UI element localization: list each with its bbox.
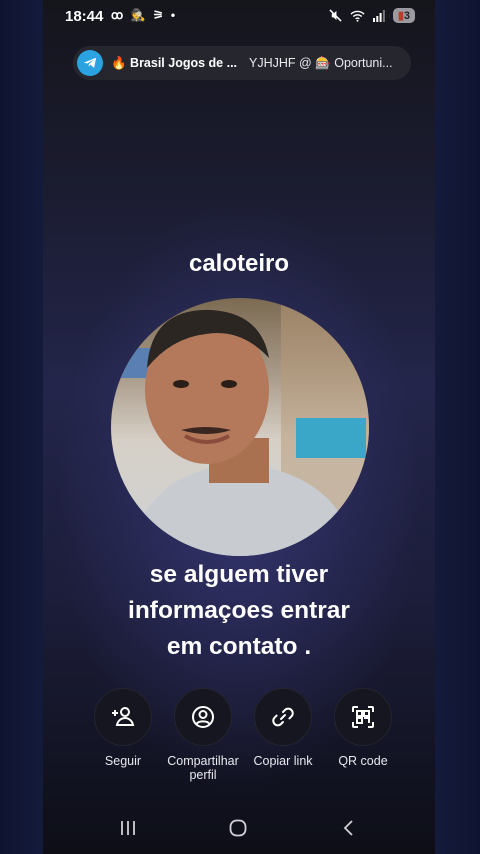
follow-button[interactable]: Seguir [83,688,163,782]
status-time: 18:44 [65,8,104,25]
notification-title: 🔥 Brasil Jogos de ... [111,55,238,70]
add-user-icon [112,707,135,726]
share-profile-button-circle[interactable] [174,688,232,746]
caption-line-1: se alguem tiver [149,561,329,588]
left-backdrop [0,0,43,854]
profile-actions: Seguir Compartilhar perfil Copiar link Q… [83,688,403,782]
status-notification-icons: ꝏ 🕵 ⚞ • [111,8,178,22]
copy-link-button[interactable]: Copiar link [243,688,323,782]
qr-code-button[interactable]: QR code [323,688,403,782]
caption-line-3: em contato . [166,633,312,660]
signal-icon [372,9,385,22]
home-icon[interactable] [228,818,248,838]
notification-body: YJHJHF @ 🎰 Oportuni... [249,55,393,70]
share-profile-button[interactable]: Compartilhar perfil [163,688,243,782]
back-icon[interactable] [339,818,359,838]
status-right-icons: ▮3 [329,8,415,23]
recent-apps-icon[interactable] [118,818,138,838]
link-icon [272,707,294,727]
qr-code-label: QR code [338,754,388,768]
qr-code-button-circle[interactable] [334,688,392,746]
follow-button-circle[interactable] [94,688,152,746]
copy-link-label: Copiar link [253,754,313,768]
profile-name: caloteiro [188,250,290,277]
system-navigation-bar [43,812,435,848]
notification-banner[interactable]: 🔥 Brasil Jogos de ... YJHJHF @ 🎰 Oportun… [73,46,411,80]
share-profile-label: Compartilhar perfil [167,754,239,782]
follow-label: Seguir [104,754,142,768]
qr-code-icon [352,706,374,728]
battery-level: 3 [403,10,410,22]
avatar-photo [111,298,369,556]
status-bar: 18:44 ꝏ 🕵 ⚞ • ▮3 [43,0,435,32]
right-backdrop [435,0,480,854]
battery-indicator: ▮3 [392,8,415,23]
telegram-icon [77,50,103,76]
copy-link-button-circle[interactable] [254,688,312,746]
phone-screen: 18:44 ꝏ 🕵 ⚞ • ▮3 🔥 Brasil Jogos de ... Y… [43,0,435,854]
mute-icon [329,9,342,22]
profile-avatar [111,298,369,556]
caption-line-2: informaçoes entrar [128,597,350,624]
share-profile-icon [192,706,214,728]
profile-caption: se alguem tiver informaçoes entrar em co… [43,557,435,665]
wifi-icon [350,10,365,22]
